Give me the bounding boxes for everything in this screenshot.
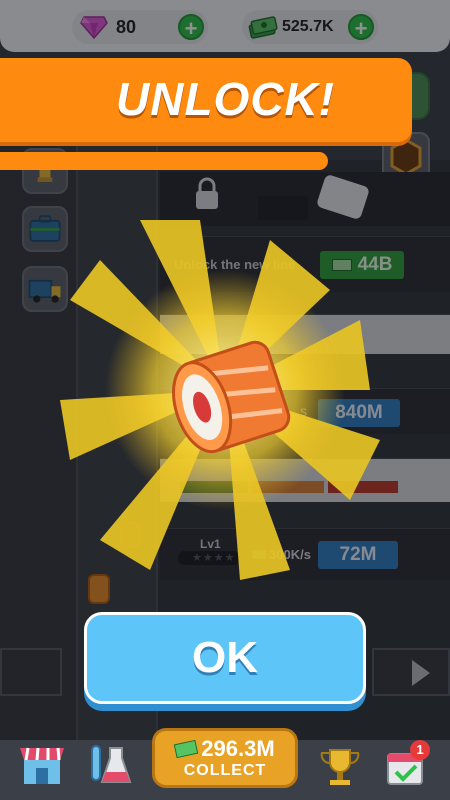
- collect-button[interactable]: 296.3M COLLECT: [152, 728, 298, 788]
- ok-button-label: OK: [192, 633, 258, 682]
- ok-button[interactable]: OK: [84, 612, 366, 704]
- unlock-banner: UNLOCK!: [0, 58, 412, 142]
- banner-underline: [0, 152, 328, 170]
- notification-badge: 1: [410, 740, 430, 760]
- shop-icon[interactable]: [18, 742, 66, 786]
- collect-label: COLLECT: [183, 762, 267, 779]
- trophy-icon[interactable]: [318, 744, 362, 788]
- collect-amount: 296.3M: [201, 736, 275, 761]
- cash-icon: [174, 739, 199, 759]
- sushi-roll-icon: [172, 340, 291, 454]
- banner-title: UNLOCK!: [116, 73, 336, 125]
- lab-icon[interactable]: [84, 742, 132, 786]
